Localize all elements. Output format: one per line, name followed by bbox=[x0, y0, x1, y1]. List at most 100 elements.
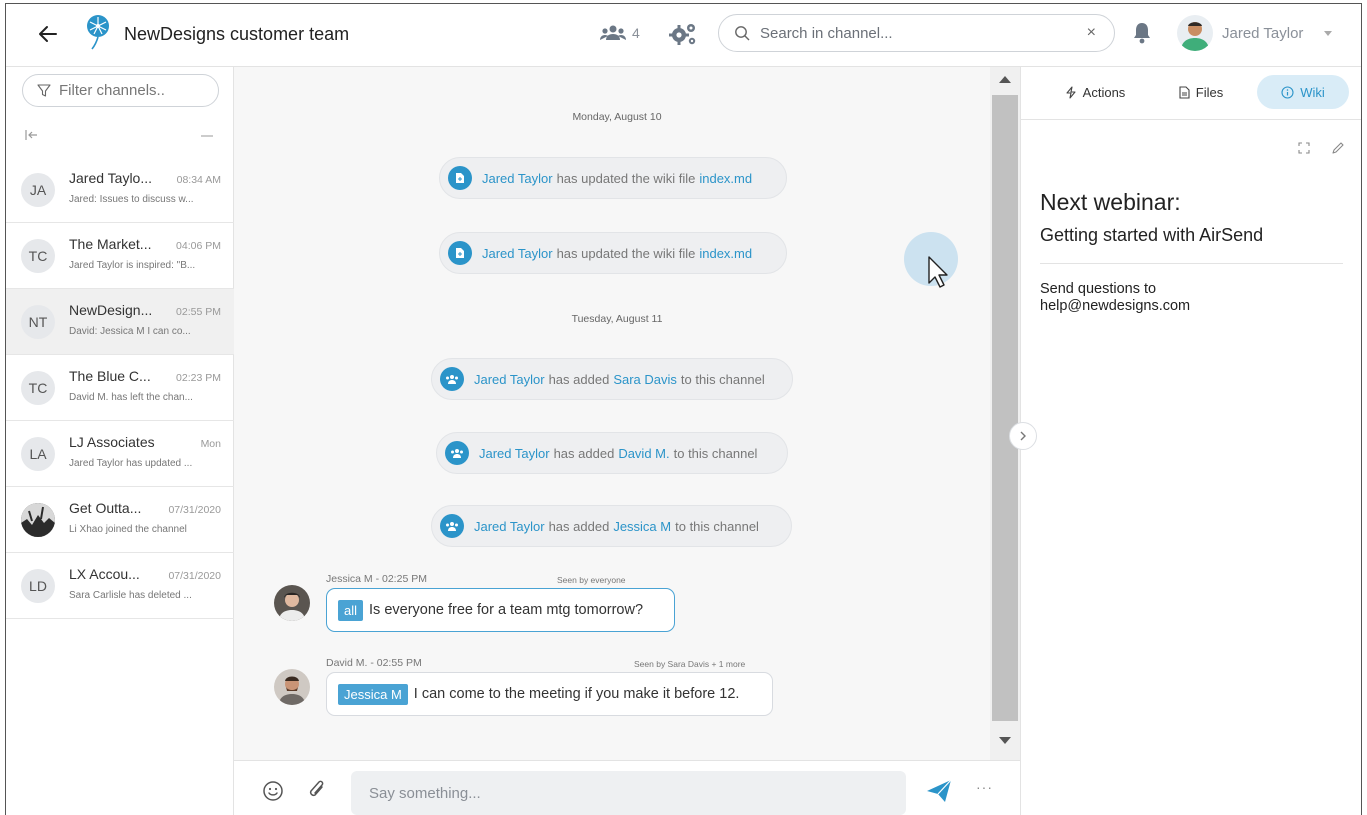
tab-actions[interactable]: Actions bbox=[1055, 75, 1135, 109]
channel-item[interactable]: TC The Market... 04:06 PM Jared Taylor i… bbox=[6, 223, 234, 289]
event-target-link[interactable]: Jessica M bbox=[613, 519, 671, 534]
channel-item[interactable]: LD LX Accou... 07/31/2020 Sara Carlisle … bbox=[6, 553, 234, 619]
wiki-email: help@newdesigns.com bbox=[1040, 298, 1191, 314]
right-panel-tabs: Actions Files Wiki bbox=[1021, 67, 1361, 120]
channel-item[interactable]: JA Jared Taylo... 08:34 AM Jared: Issues… bbox=[6, 157, 234, 223]
system-event: Jared Taylor has updated the wiki file i… bbox=[439, 157, 787, 199]
channel-item[interactable]: LA LJ Associates Mon Jared Taylor has up… bbox=[6, 421, 234, 487]
wiki-divider bbox=[1040, 263, 1343, 264]
sender-avatar[interactable] bbox=[274, 669, 310, 705]
channel-list: JA Jared Taylo... 08:34 AM Jared: Issues… bbox=[6, 157, 234, 619]
seen-status: Seen by everyone bbox=[557, 575, 626, 585]
channel-time: 02:55 PM bbox=[176, 306, 221, 318]
system-event: Jared Taylor has added David M. to this … bbox=[436, 432, 788, 474]
event-target-link[interactable]: David M. bbox=[618, 446, 669, 461]
message-text: Is everyone free for a team mtg tomorrow… bbox=[369, 602, 644, 618]
notification-bell-icon[interactable] bbox=[1132, 22, 1152, 44]
scroll-down-arrow-icon[interactable] bbox=[999, 737, 1011, 744]
event-target-link[interactable]: index.md bbox=[699, 246, 752, 261]
tab-label: Actions bbox=[1082, 84, 1126, 100]
members-button[interactable]: 4 bbox=[600, 25, 640, 41]
channel-avatar: JA bbox=[21, 173, 55, 207]
dandelion-logo-icon bbox=[87, 15, 109, 50]
message-input[interactable] bbox=[351, 771, 906, 815]
event-actor-link[interactable]: Jared Taylor bbox=[482, 171, 553, 186]
emoji-icon[interactable] bbox=[262, 780, 284, 802]
event-actor-link[interactable]: Jared Taylor bbox=[474, 372, 545, 387]
filter-channels-box bbox=[22, 74, 219, 107]
search-input[interactable] bbox=[760, 24, 1070, 42]
mention-tag[interactable]: Jessica M bbox=[338, 683, 408, 705]
message-bubble[interactable]: Jessica M I can come to the meeting if y… bbox=[326, 672, 773, 716]
minimize-icon[interactable] bbox=[201, 135, 213, 137]
channel-name: The Market... bbox=[69, 236, 152, 252]
event-text: has updated the wiki file bbox=[556, 245, 696, 261]
event-actor-link[interactable]: Jared Taylor bbox=[482, 246, 553, 261]
user-avatar[interactable] bbox=[1177, 15, 1213, 51]
wiki-subheading: Getting started with AirSend bbox=[1040, 225, 1264, 245]
message-meta: David M. - 02:55 PM bbox=[326, 657, 422, 669]
search-icon bbox=[735, 26, 750, 41]
user-menu-caret-icon[interactable] bbox=[1324, 31, 1332, 36]
chevron-right-icon bbox=[1020, 431, 1026, 441]
channel-name: Get Outta... bbox=[69, 500, 142, 516]
more-options-icon[interactable]: ··· bbox=[976, 779, 993, 795]
event-text: to this channel bbox=[673, 445, 758, 461]
system-event: Jared Taylor has added Sara Davis to thi… bbox=[431, 358, 793, 400]
message-composer: ··· bbox=[234, 760, 1020, 815]
channel-preview: David: Jessica M I can co... bbox=[69, 326, 191, 337]
scroll-thumb[interactable] bbox=[992, 95, 1018, 721]
message-text: I can come to the meeting if you make it… bbox=[413, 686, 740, 702]
tab-files[interactable]: Files bbox=[1168, 75, 1234, 109]
wiki-file-icon bbox=[448, 166, 472, 190]
scroll-up-arrow-icon[interactable] bbox=[999, 76, 1011, 83]
people-icon bbox=[600, 25, 626, 40]
channel-search-box: × bbox=[718, 14, 1115, 52]
event-target-link[interactable]: index.md bbox=[699, 171, 752, 186]
collapse-sidebar-icon[interactable] bbox=[25, 129, 39, 141]
channel-item[interactable]: Get Outta... 07/31/2020 Li Xhao joined t… bbox=[6, 487, 234, 553]
user-name[interactable]: Jared Taylor bbox=[1222, 25, 1303, 42]
sender-avatar[interactable] bbox=[274, 585, 310, 621]
channel-name: NewDesign... bbox=[69, 302, 153, 318]
filter-channels-input[interactable] bbox=[59, 82, 209, 99]
event-text: to this channel bbox=[675, 518, 759, 534]
right-panel: Actions Files Wiki Next webinar: Getting… bbox=[1020, 67, 1361, 815]
mouse-cursor-icon bbox=[928, 256, 948, 288]
clear-search-icon[interactable]: × bbox=[1087, 24, 1096, 42]
channel-time: Mon bbox=[200, 438, 221, 450]
edit-pencil-icon[interactable] bbox=[1331, 141, 1345, 155]
event-text: has added bbox=[553, 445, 615, 461]
channel-avatar: TC bbox=[21, 371, 55, 405]
channel-preview: Li Xhao joined the channel bbox=[69, 524, 187, 535]
chat-scrollbar[interactable] bbox=[990, 67, 1020, 760]
channel-avatar: TC bbox=[21, 239, 55, 273]
event-actor-link[interactable]: Jared Taylor bbox=[474, 519, 545, 534]
back-arrow-icon[interactable] bbox=[36, 22, 60, 46]
chat-area: Monday, August 10 Jared Taylor has updat… bbox=[234, 67, 1020, 815]
mention-tag[interactable]: all bbox=[338, 599, 364, 621]
channel-avatar: LD bbox=[21, 569, 55, 603]
event-text: has added bbox=[548, 518, 610, 534]
channel-name: The Blue C... bbox=[69, 368, 151, 384]
channel-avatar: LA bbox=[21, 437, 55, 471]
channel-item[interactable]: TC The Blue C... 02:23 PM David M. has l… bbox=[6, 355, 234, 421]
settings-gear-icon[interactable] bbox=[668, 22, 698, 46]
toggle-right-panel-button[interactable] bbox=[1009, 422, 1037, 450]
people-add-icon bbox=[445, 441, 469, 465]
tab-wiki[interactable]: Wiki bbox=[1257, 75, 1349, 109]
top-header: NewDesigns customer team 4 Search in cha… bbox=[6, 4, 1361, 67]
send-icon[interactable] bbox=[926, 779, 952, 803]
channel-time: 08:34 AM bbox=[176, 174, 221, 186]
fullscreen-icon[interactable] bbox=[1297, 141, 1311, 155]
date-separator: Monday, August 10 bbox=[572, 111, 662, 123]
tab-label: Files bbox=[1195, 84, 1224, 100]
event-actor-link[interactable]: Jared Taylor bbox=[479, 446, 550, 461]
channel-preview: Jared Taylor is inspired: "B... bbox=[69, 260, 196, 271]
wiki-text: Send questions to bbox=[1040, 281, 1157, 297]
channel-item-active[interactable]: NT NewDesign... 02:55 PM David: Jessica … bbox=[6, 289, 234, 355]
message-bubble[interactable]: all Is everyone free for a team mtg tomo… bbox=[326, 588, 675, 632]
system-event: Jared Taylor has updated the wiki file i… bbox=[439, 232, 787, 274]
event-target-link[interactable]: Sara Davis bbox=[613, 372, 677, 387]
paperclip-icon[interactable] bbox=[306, 778, 328, 802]
